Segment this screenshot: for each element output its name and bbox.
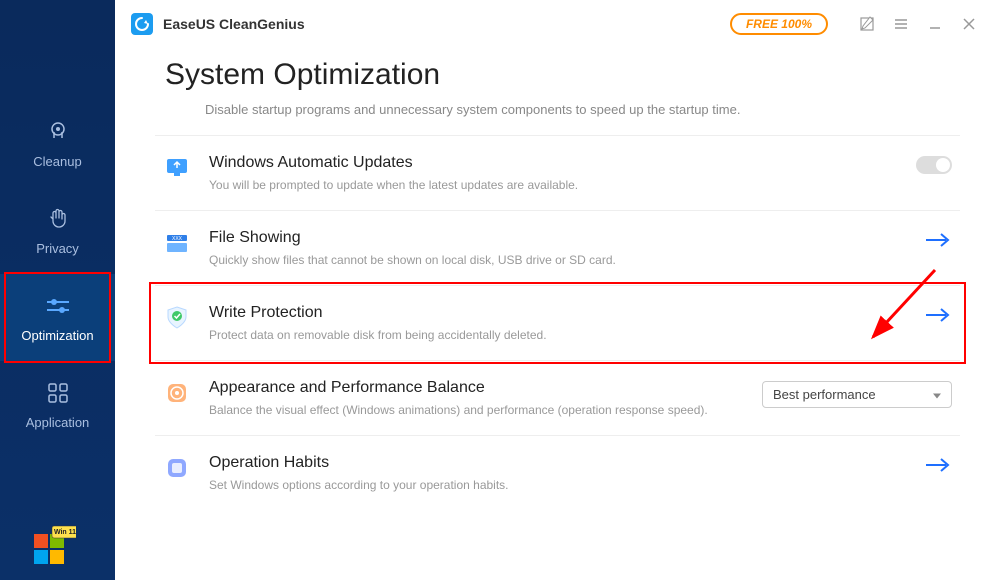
svg-text:XXX: XXX <box>172 236 183 242</box>
sidebar-item-application[interactable]: Application <box>0 361 115 448</box>
file-showing-icon: XXX <box>163 229 191 257</box>
setting-desc: Balance the visual effect (Windows anima… <box>209 403 750 417</box>
setting-desc: Quickly show files that cannot be shown … <box>209 253 912 267</box>
hand-icon <box>44 205 72 233</box>
sidebar-item-label: Application <box>26 415 90 430</box>
setting-operation-habits[interactable]: Operation Habits Set Windows options acc… <box>155 436 960 510</box>
setting-title: Write Protection <box>209 304 912 322</box>
feedback-button[interactable] <box>852 9 882 39</box>
sidebar: Cleanup Privacy Optimization Application <box>0 0 115 580</box>
shield-icon <box>163 304 191 332</box>
sidebar-item-label: Optimization <box>21 328 93 343</box>
minimize-button[interactable] <box>920 9 950 39</box>
app-logo-icon <box>131 13 153 35</box>
close-button[interactable] <box>954 9 984 39</box>
page-subtitle: Disable startup programs and unnecessary… <box>205 102 960 117</box>
dropdown-performance[interactable]: Best performance <box>762 381 952 408</box>
apps-icon <box>44 379 72 407</box>
toggle-windows-updates[interactable] <box>916 156 952 174</box>
content-area: System Optimization Disable startup prog… <box>115 48 1000 580</box>
setting-title: Operation Habits <box>209 454 912 472</box>
sliders-icon <box>44 292 72 320</box>
setting-desc: Set Windows options according to your op… <box>209 478 912 492</box>
setting-desc: Protect data on removable disk from bein… <box>209 328 912 342</box>
setting-file-showing[interactable]: XXX File Showing Quickly show files that… <box>155 211 960 285</box>
setting-write-protection[interactable]: Write Protection Protect data on removab… <box>155 286 960 360</box>
main-panel: EaseUS CleanGenius FREE 100% System Opti… <box>115 0 1000 580</box>
setting-title: Appearance and Performance Balance <box>209 379 750 397</box>
os-badge: Win 11 <box>28 520 76 568</box>
arrow-write-protection[interactable] <box>924 306 952 324</box>
setting-desc: You will be prompted to update when the … <box>209 178 904 192</box>
sidebar-item-cleanup[interactable]: Cleanup <box>0 100 115 187</box>
setting-title: Windows Automatic Updates <box>209 154 904 172</box>
setting-windows-updates: Windows Automatic Updates You will be pr… <box>155 136 960 210</box>
setting-title: File Showing <box>209 229 912 247</box>
page-title: System Optimization <box>165 58 960 92</box>
titlebar: EaseUS CleanGenius FREE 100% <box>115 0 1000 48</box>
sidebar-item-label: Privacy <box>36 241 79 256</box>
sidebar-item-label: Cleanup <box>33 154 81 169</box>
arrow-file-showing[interactable] <box>924 231 952 249</box>
broom-icon <box>44 118 72 146</box>
menu-button[interactable] <box>886 9 916 39</box>
habits-icon <box>163 454 191 482</box>
svg-text:Win 11: Win 11 <box>54 529 76 536</box>
setting-appearance-performance: Appearance and Performance Balance Balan… <box>155 361 960 435</box>
dropdown-value: Best performance <box>773 387 876 402</box>
app-title: EaseUS CleanGenius <box>163 16 305 32</box>
sidebar-item-optimization[interactable]: Optimization <box>0 274 115 361</box>
balance-icon <box>163 379 191 407</box>
free-badge[interactable]: FREE 100% <box>730 13 828 35</box>
sidebar-item-privacy[interactable]: Privacy <box>0 187 115 274</box>
arrow-operation-habits[interactable] <box>924 456 952 474</box>
windows-update-icon <box>163 154 191 182</box>
